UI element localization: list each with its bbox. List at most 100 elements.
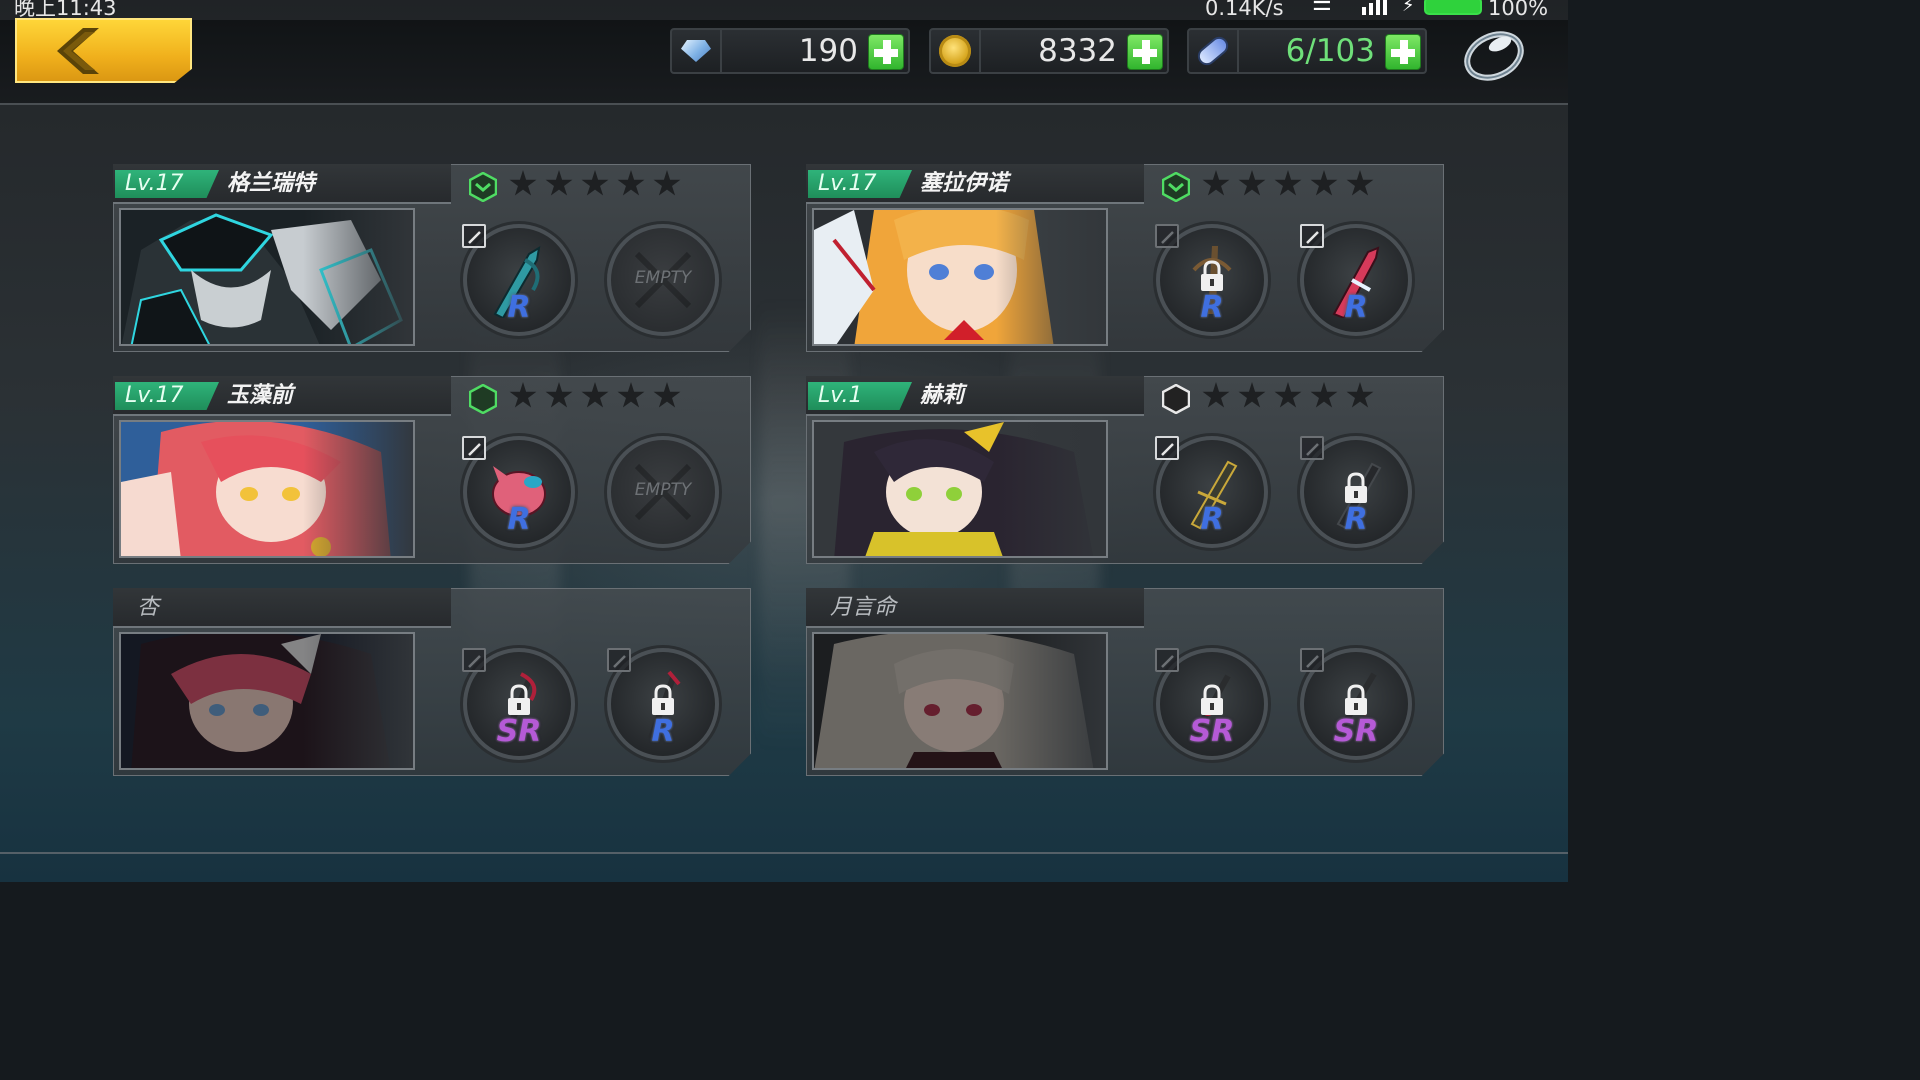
lock-icon [1345, 472, 1367, 503]
edit-icon[interactable] [1300, 224, 1324, 248]
character-name: 格兰瑞特 [227, 171, 316, 196]
signal-icon [1362, 0, 1387, 15]
edit-icon [1155, 648, 1179, 672]
edit-icon[interactable] [462, 436, 486, 460]
edit-icon[interactable] [462, 224, 486, 248]
character-name: 月言命 [830, 595, 897, 620]
top-divider [0, 103, 1568, 105]
character-card[interactable]: Lv.17 玉藻前 R EMPTY [113, 376, 751, 564]
star-icon [617, 382, 645, 408]
ring-icon[interactable] [1462, 26, 1526, 82]
star-icon [581, 382, 609, 408]
back-button[interactable] [15, 18, 192, 83]
empty-label: EMPTY [634, 480, 692, 500]
star-icon [1274, 382, 1302, 408]
star-icon [509, 382, 537, 408]
weapon-slot-empty[interactable]: EMPTY [607, 436, 719, 548]
rarity-label: R [1344, 502, 1368, 537]
star-icon [581, 170, 609, 196]
white-hex-icon [1162, 384, 1190, 414]
lock-icon [1201, 684, 1223, 715]
star-icon [653, 170, 681, 196]
status-battery-percent: 100% [1488, 0, 1549, 20]
star-icon [617, 170, 645, 196]
character-portrait [119, 420, 415, 558]
stamina-counter: 6/103 [1187, 28, 1427, 74]
star-rating [509, 382, 681, 410]
character-portrait [812, 632, 1108, 770]
gold-value: 8332 [1038, 33, 1117, 69]
rarity-label: R [1344, 290, 1368, 325]
star-icon [1346, 382, 1374, 408]
weapon-slot-empty[interactable]: EMPTY [607, 224, 719, 336]
character-card[interactable]: Lv.17 格兰瑞特 R EMPTY [113, 164, 751, 352]
star-icon [1202, 382, 1230, 408]
star-icon [1238, 170, 1266, 196]
character-name: 杏 [137, 595, 160, 620]
rarity-label: R [1200, 290, 1224, 325]
empty-label: EMPTY [634, 268, 692, 288]
lock-icon [1345, 684, 1367, 715]
star-icon [509, 170, 537, 196]
character-portrait [812, 208, 1108, 346]
edit-icon [607, 648, 631, 672]
rarity-label: SR [496, 714, 542, 749]
charging-icon: ⚡ [1402, 0, 1415, 16]
character-portrait [119, 208, 415, 346]
rarity-label: R [507, 502, 531, 537]
star-rating [1202, 382, 1374, 410]
character-name: 玉藻前 [227, 383, 294, 408]
star-icon [1274, 170, 1302, 196]
character-card[interactable]: Lv.17 塞拉伊诺 R R [806, 164, 1444, 352]
green-hex-icon [469, 384, 497, 414]
gold-counter: 8332 [929, 28, 1169, 74]
wifi-icon: ☰ [1312, 0, 1332, 16]
character-name: 赫莉 [920, 383, 965, 408]
card-header [113, 588, 451, 628]
star-icon [545, 382, 573, 408]
star-icon [1346, 170, 1374, 196]
chevron-left-icon [57, 28, 99, 74]
level-badge: Lv.17 [808, 170, 912, 198]
level-badge: Lv.1 [808, 382, 912, 410]
battery-icon [1424, 0, 1482, 15]
rarity-label: R [1200, 502, 1224, 537]
add-stamina-button[interactable] [1385, 34, 1421, 70]
rarity-label: SR [1333, 714, 1379, 749]
status-network-speed: 0.14K/s [1205, 0, 1284, 20]
bottom-divider [0, 852, 1568, 854]
rarity-label: SR [1189, 714, 1235, 749]
green-chevron-hex-icon [469, 172, 497, 202]
level-badge: Lv.17 [115, 170, 219, 198]
rarity-label: R [651, 714, 675, 749]
status-time: 晚上11:43 [14, 0, 117, 20]
edit-icon [462, 648, 486, 672]
star-rating [1202, 170, 1374, 198]
lock-icon [508, 684, 530, 715]
lock-icon [1201, 260, 1223, 291]
star-icon [1310, 170, 1338, 196]
add-diamond-button[interactable] [868, 34, 904, 70]
gold-coin-icon [939, 35, 971, 67]
edit-icon [1300, 436, 1324, 460]
star-icon [1310, 382, 1338, 408]
character-portrait [812, 420, 1108, 558]
star-icon [1202, 170, 1230, 196]
star-icon [653, 382, 681, 408]
stamina-vial-icon [1197, 35, 1229, 67]
lock-icon [652, 684, 674, 715]
character-card[interactable]: Lv.1 赫莉 R R [806, 376, 1444, 564]
character-card-locked[interactable]: 月言命 SR SR [806, 588, 1444, 776]
stamina-value: 6/103 [1285, 33, 1375, 69]
star-icon [1238, 382, 1266, 408]
add-gold-button[interactable] [1127, 34, 1163, 70]
edit-icon[interactable] [1155, 436, 1179, 460]
rarity-label: R [507, 290, 531, 325]
diamond-value: 190 [798, 33, 858, 69]
diamond-counter: 190 [670, 28, 910, 74]
character-card-locked[interactable]: 杏 SR R [113, 588, 751, 776]
edit-icon [1300, 648, 1324, 672]
character-name: 塞拉伊诺 [920, 171, 1009, 196]
star-rating [509, 170, 681, 198]
level-badge: Lv.17 [115, 382, 219, 410]
